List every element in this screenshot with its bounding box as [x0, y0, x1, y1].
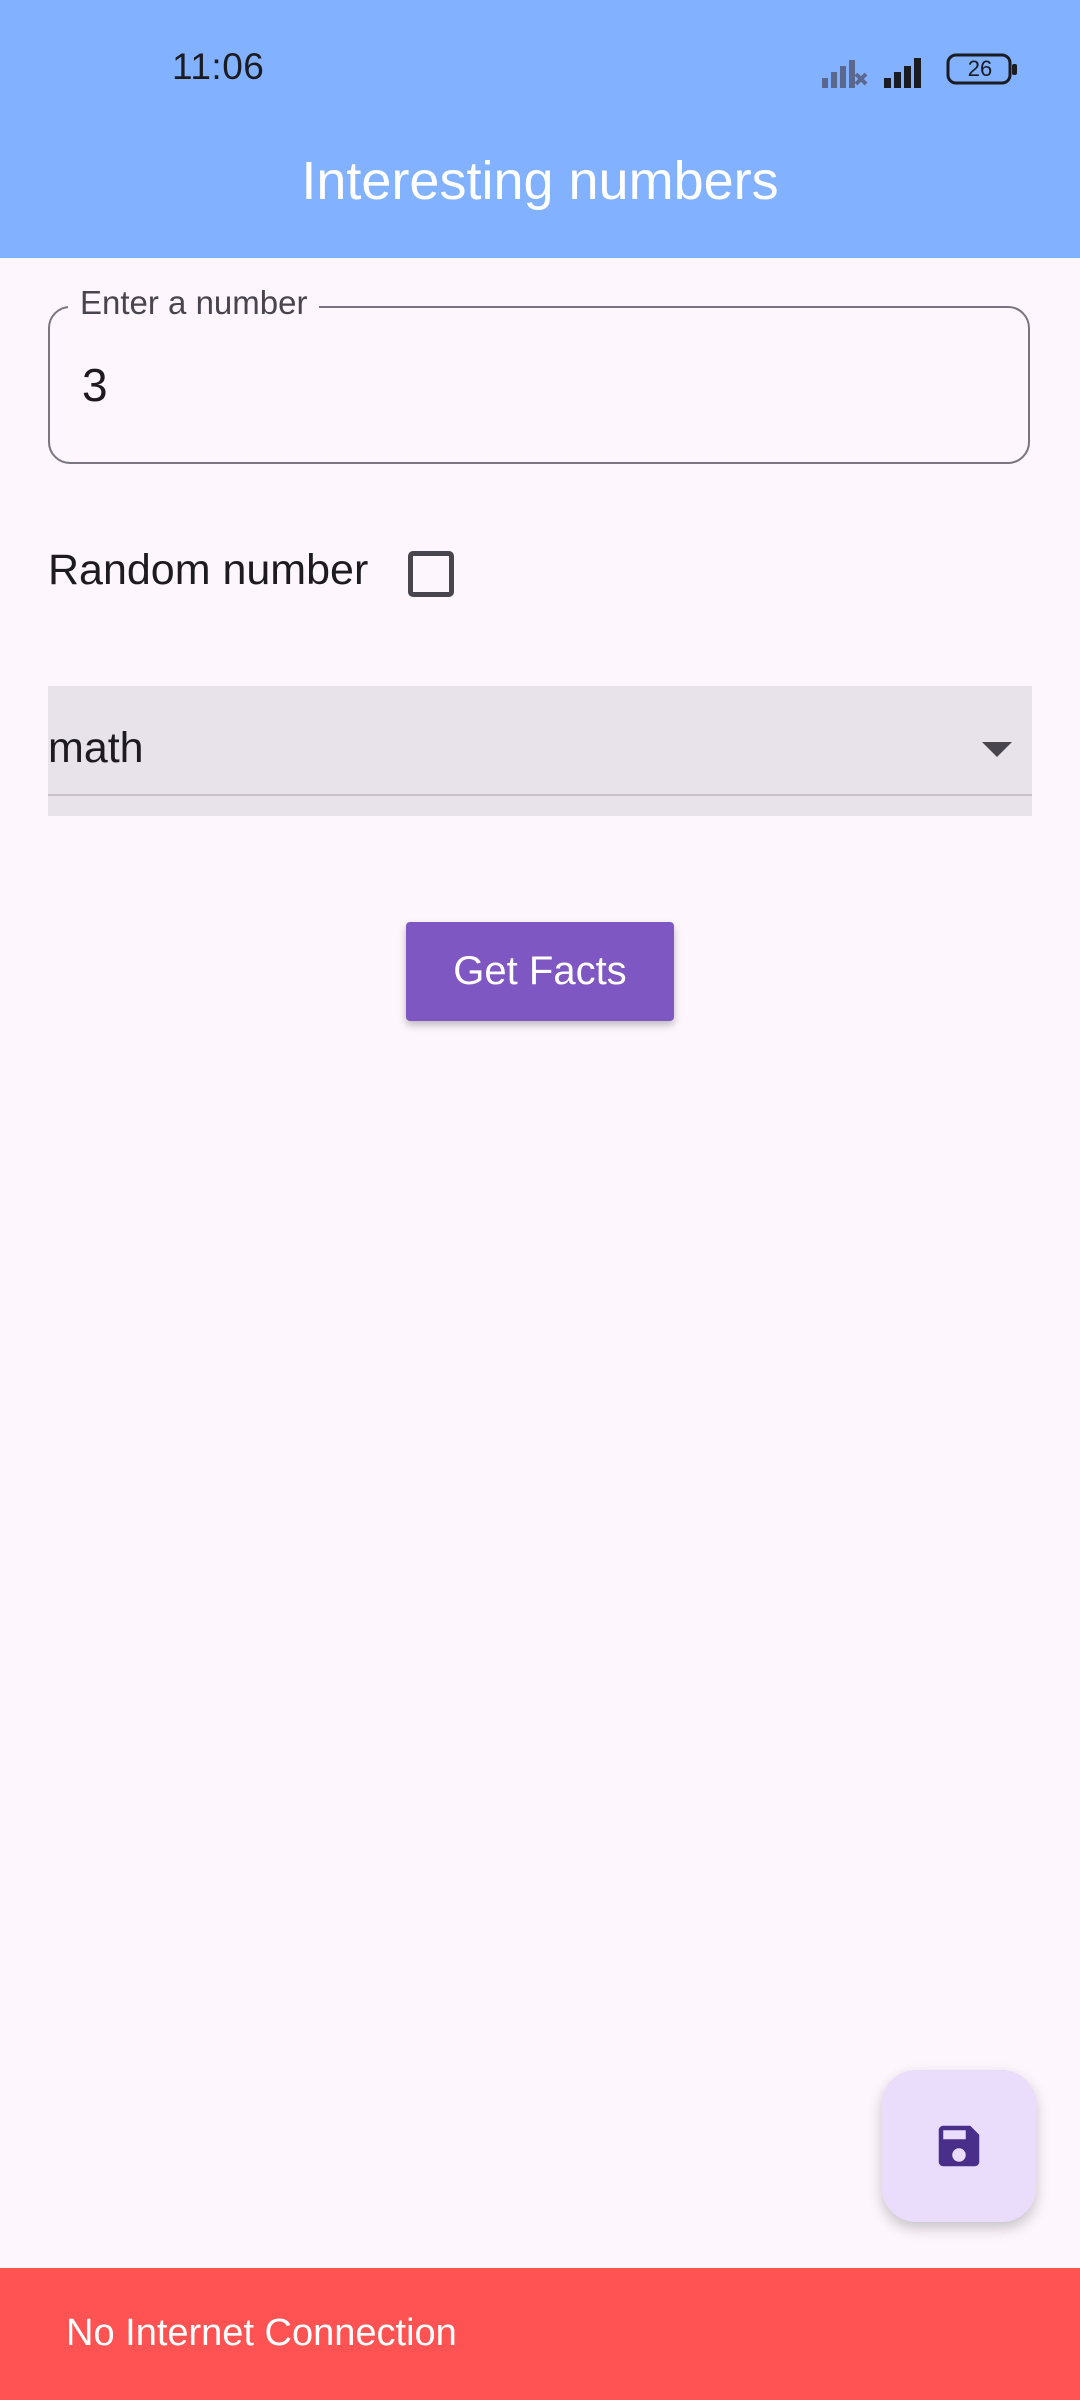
snackbar: No Internet Connection	[0, 2268, 1080, 2400]
signal-off-icon	[822, 60, 868, 88]
signal-icon	[884, 58, 921, 88]
dropdown-arrow-icon	[982, 742, 1012, 757]
dropdown-underline	[48, 794, 1032, 796]
battery-level: 26	[967, 56, 993, 81]
save-icon	[938, 2125, 980, 2167]
random-number-label: Random number	[48, 546, 369, 594]
number-input[interactable]: Enter a number 3	[48, 284, 1030, 464]
fact-type-selected: math	[48, 724, 144, 772]
number-input-label: Enter a number	[68, 284, 320, 322]
number-input-value[interactable]: 3	[82, 358, 108, 412]
page-title: Interesting numbers	[301, 151, 779, 211]
fact-type-dropdown[interactable]: math	[48, 686, 1032, 816]
save-fab[interactable]	[882, 2070, 1036, 2222]
snackbar-message: No Internet Connection	[66, 2312, 457, 2354]
status-icons: 26	[820, 50, 1020, 90]
status-time: 11:06	[172, 46, 265, 87]
get-facts-button[interactable]: Get Facts	[406, 922, 674, 1021]
random-number-checkbox[interactable]	[408, 551, 454, 597]
app-bar: 11:06 26 Interesting numbers	[0, 0, 1080, 258]
